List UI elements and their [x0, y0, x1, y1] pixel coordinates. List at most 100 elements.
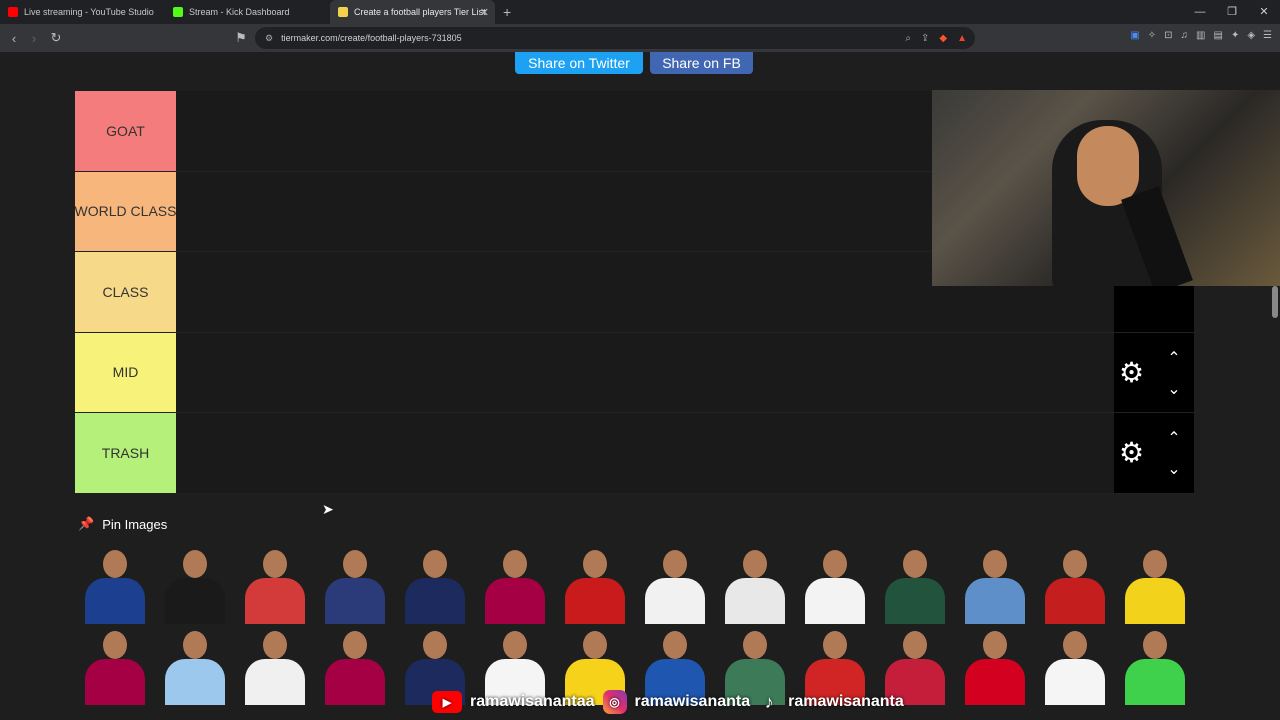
instagram-icon: ◎: [602, 690, 627, 714]
maximize-icon[interactable]: ❐: [1216, 0, 1248, 24]
chevron-down-icon[interactable]: ⌄: [1164, 462, 1184, 478]
share-twitter-button[interactable]: Share on Twitter: [515, 52, 643, 74]
player-image[interactable]: [75, 625, 155, 705]
leo-icon[interactable]: ✦: [1231, 30, 1239, 41]
share-facebook-button[interactable]: Share on FB: [650, 52, 753, 74]
player-head: [423, 550, 447, 578]
player-head: [823, 631, 847, 659]
player-head: [263, 631, 287, 659]
player-head: [1063, 550, 1087, 578]
player-kit: [165, 578, 225, 624]
tiktok-icon: ♪: [764, 691, 774, 712]
player-image[interactable]: [955, 544, 1035, 624]
tier-row-trash[interactable]: TRASH ⚙ ⌃ ⌄: [75, 413, 1194, 494]
player-image[interactable]: [75, 544, 155, 624]
tier-label[interactable]: MID: [75, 332, 176, 412]
chevron-up-icon[interactable]: ⌃: [1164, 431, 1184, 447]
forward-icon[interactable]: ›: [24, 31, 44, 46]
zoom-icon[interactable]: ⌕: [905, 33, 911, 44]
player-image[interactable]: [795, 544, 875, 624]
player-image[interactable]: [1115, 544, 1195, 624]
tab-title: Create a football players Tier List: [354, 7, 486, 17]
player-kit: [85, 578, 145, 624]
page-scrollbar[interactable]: [1272, 286, 1278, 318]
player-image[interactable]: [1035, 544, 1115, 624]
tier-label[interactable]: CLASS: [75, 252, 176, 332]
player-image[interactable]: [315, 625, 395, 705]
player-image[interactable]: [235, 544, 315, 624]
player-head: [503, 631, 527, 659]
tab-title: Stream - Kick Dashboard: [189, 7, 290, 17]
page-content: Share on Twitter Share on FB GOAT ⚙ ⌃ ⌄ …: [0, 52, 1280, 720]
gear-icon[interactable]: ⚙: [1119, 358, 1147, 387]
browser-tab-strip: Live streaming - YouTube Studio Stream -…: [0, 0, 1280, 24]
tier-controls: ⚙ ⌃ ⌄: [1114, 332, 1194, 412]
player-image[interactable]: [875, 544, 955, 624]
player-head: [103, 631, 127, 659]
chevron-down-icon[interactable]: ⌄: [1164, 381, 1184, 397]
wallet-icon[interactable]: ▤: [1213, 30, 1222, 41]
extensions-area: ▣ ✧ ⊡ ♫ ▥ ▤ ✦ ◈ ☰: [1130, 30, 1272, 41]
player-kit: [1125, 578, 1185, 624]
tier-label[interactable]: WORLD CLASS: [75, 171, 176, 251]
player-image[interactable]: [555, 544, 635, 624]
pin-images-toggle[interactable]: 📌 Pin Images: [78, 516, 167, 532]
player-image[interactable]: [715, 544, 795, 624]
media-icon[interactable]: ♫: [1181, 30, 1189, 41]
close-window-icon[interactable]: ✕: [1248, 0, 1280, 24]
player-image[interactable]: [1115, 625, 1195, 705]
youtube-favicon-icon: [8, 7, 18, 17]
gear-icon[interactable]: ⚙: [1119, 439, 1147, 467]
brave-rewards-icon[interactable]: ▲: [957, 33, 967, 44]
player-kit: [325, 659, 385, 705]
menu-icon[interactable]: ☰: [1263, 30, 1272, 41]
player-head: [983, 550, 1007, 578]
tier-label[interactable]: TRASH: [75, 413, 176, 493]
tiermaker-favicon-icon: [338, 7, 348, 17]
reload-icon[interactable]: ↻: [46, 30, 66, 46]
screenshot-icon[interactable]: ⊡: [1164, 30, 1172, 41]
player-image[interactable]: [155, 625, 235, 705]
tab-kick-dashboard[interactable]: Stream - Kick Dashboard: [165, 0, 330, 24]
tab-title: Live streaming - YouTube Studio: [24, 7, 154, 17]
player-image[interactable]: [395, 544, 475, 624]
pin-icon: 📌: [78, 516, 95, 531]
player-kit: [565, 578, 625, 624]
extension-icon[interactable]: ▣: [1130, 30, 1139, 41]
back-icon[interactable]: ‹: [4, 31, 24, 46]
player-kit: [85, 659, 145, 705]
chevron-up-icon[interactable]: ⌃: [1164, 350, 1184, 366]
brave-shield-icon[interactable]: ◆: [939, 33, 947, 44]
player-head: [1063, 631, 1087, 659]
tier-label[interactable]: GOAT: [75, 91, 176, 171]
site-info-icon[interactable]: ⚙: [265, 33, 273, 44]
player-image[interactable]: [475, 544, 555, 624]
tab-tiermaker[interactable]: Create a football players Tier List ✕: [330, 0, 495, 24]
player-image[interactable]: [635, 544, 715, 624]
social-overlay: ▶ ramawisanantaa ◎ ramawisananta ♪ ramaw…: [432, 688, 904, 716]
player-image[interactable]: [955, 625, 1035, 705]
player-image[interactable]: [235, 625, 315, 705]
tier-controls: ⚙ ⌃ ⌄: [1114, 413, 1194, 493]
player-head: [823, 550, 847, 578]
new-tab-button[interactable]: +: [503, 4, 511, 20]
address-bar[interactable]: ⚙ tiermaker.com/create/football-players-…: [255, 27, 975, 49]
sidebar-icon[interactable]: ▥: [1196, 30, 1205, 41]
player-kit: [805, 578, 865, 624]
close-tab-icon[interactable]: ✕: [480, 6, 489, 19]
tier-row-mid[interactable]: MID ⚙ ⌃ ⌄: [75, 332, 1194, 413]
player-head: [1143, 631, 1167, 659]
minimize-icon[interactable]: —: [1184, 0, 1216, 24]
player-image[interactable]: [1035, 625, 1115, 705]
bookmark-icon[interactable]: ⚑: [231, 30, 251, 46]
tab-youtube-studio[interactable]: Live streaming - YouTube Studio: [0, 0, 165, 24]
youtube-handle: ramawisanantaa: [470, 693, 595, 710]
puzzle-icon[interactable]: ✧: [1148, 30, 1156, 41]
image-pool-row: [75, 544, 1195, 624]
player-image[interactable]: [315, 544, 395, 624]
player-image[interactable]: [155, 544, 235, 624]
vpn-icon[interactable]: ◈: [1247, 30, 1255, 41]
player-kit: [965, 578, 1025, 624]
mouse-cursor-icon: ➤: [322, 501, 334, 517]
share-page-icon[interactable]: ⇪: [921, 33, 929, 44]
